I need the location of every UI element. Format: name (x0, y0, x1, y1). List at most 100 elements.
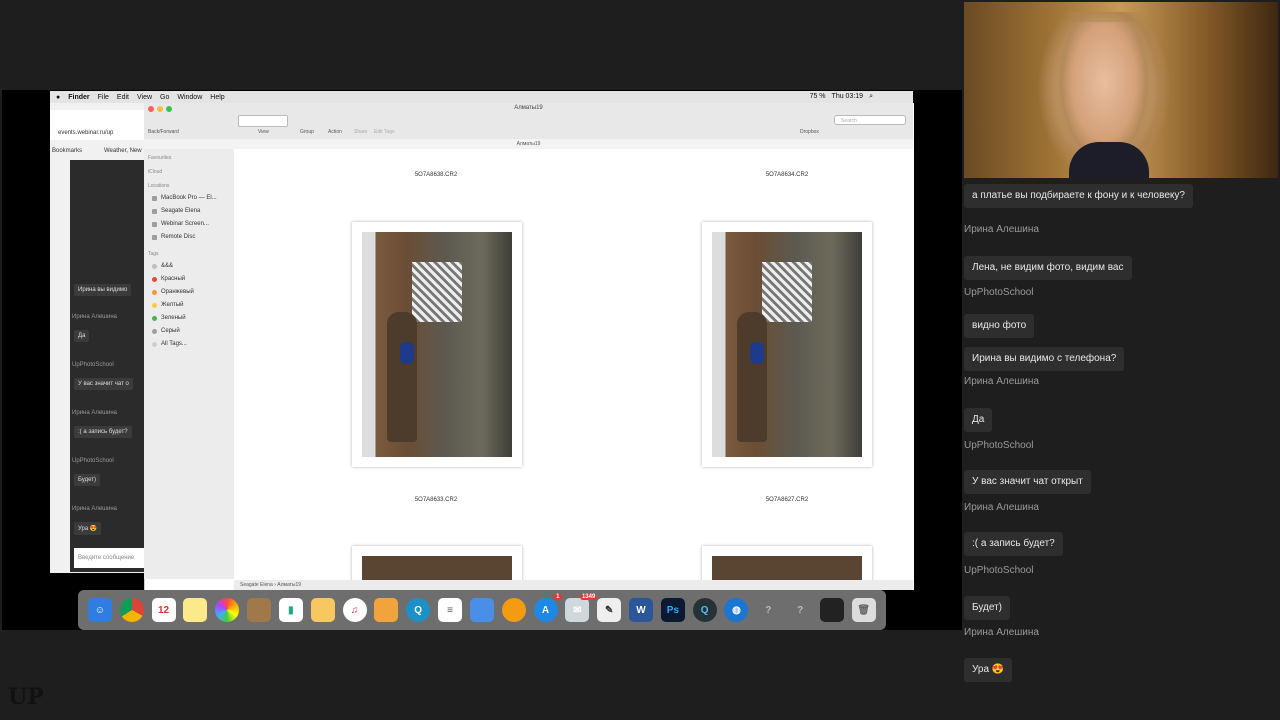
contacts-dock-icon[interactable] (247, 598, 272, 622)
file-name: 5O7A8638.CR2 (414, 172, 458, 178)
globe-dock-icon[interactable]: ◍ (724, 598, 749, 622)
sidebar-location-label: MacBook Pro — El... (161, 195, 217, 201)
finder-sidebar: Favourites iCloud Locations MacBook Pro … (144, 149, 234, 579)
sidebar-tag-label: All Tags... (161, 341, 187, 347)
pages-dock-icon[interactable] (310, 598, 335, 622)
browser-chat-panel: Ирина вы видимо Ирина Алешина Да UpPhotoSch… (70, 160, 144, 572)
books-dock-icon[interactable] (501, 598, 526, 622)
file-name: 5O7A8634.CR2 (765, 172, 809, 178)
finder-path-title: Алматы19 (144, 139, 913, 149)
webinar-chat: а платье вы подбираете к фону и к челове… (964, 180, 1280, 700)
help-dock-icon[interactable]: ? (756, 598, 780, 622)
chat-input[interactable]: Введите сообщение (74, 548, 144, 568)
sidebar-location-label: Webinar Screen... (161, 221, 209, 227)
app-store-badge: 1 (554, 594, 562, 600)
favourites-header: Favourites (148, 155, 172, 161)
quicktime-dock-icon[interactable]: Q (406, 598, 431, 622)
finder-status-path: Seagate Elena › Алматы19 (234, 580, 913, 590)
photo-thumbnail[interactable] (352, 222, 522, 467)
sidebar-tag-item[interactable]: All Tags... (152, 341, 187, 347)
sidebar-location-item[interactable]: Webinar Screen... (152, 221, 209, 227)
sidebar-tag-item[interactable]: Оранжевый (152, 289, 194, 295)
reminders-dock-icon[interactable]: ≡ (438, 598, 463, 622)
chat-author: UpPhotoSchool (964, 440, 1034, 451)
sidebar-location-item[interactable]: MacBook Pro — El... (152, 195, 217, 201)
group-label: Group (300, 129, 314, 135)
screenshot-dock-icon[interactable] (819, 598, 844, 622)
bookmarks-link[interactable]: Bookmarks (52, 148, 82, 154)
chat-message: Будет) (964, 596, 1010, 620)
quicktime-player-dock-icon[interactable]: Q (692, 598, 717, 622)
presenter-dress (1069, 142, 1149, 178)
chat-message: Лена, не видим фото, видим вас (964, 256, 1132, 280)
app-store-dock-icon[interactable]: A 1 (533, 594, 562, 622)
mini-chat-author: UpPhotoSchool (72, 458, 114, 464)
menu-help[interactable]: Help (210, 94, 224, 101)
sidebar-location-item[interactable]: Remote Disc (152, 234, 195, 240)
sidebar-tag-item[interactable]: Красный (152, 276, 185, 282)
menu-file[interactable]: File (98, 94, 109, 101)
browser-address-bar[interactable]: events.webinar.ru/up (50, 110, 144, 140)
edit-tags-label: Edit Tags (374, 129, 395, 135)
photo-thumbnail[interactable] (702, 222, 872, 467)
chat-author: Ирина Алешина (964, 224, 1039, 235)
menu-edit[interactable]: Edit (117, 94, 129, 101)
trash-dock-icon[interactable]: 🗑 (851, 598, 876, 622)
sidebar-tag-label: &&& (161, 263, 174, 269)
word-dock-icon[interactable]: W (628, 598, 653, 622)
menu-window[interactable]: Window (177, 94, 202, 101)
photo-image (362, 232, 512, 457)
drive-icon (152, 221, 157, 227)
chat-message: а платье вы подбираете к фону и к челове… (964, 184, 1193, 208)
sidebar-tag-item[interactable]: Желтый (152, 302, 184, 308)
chat-message: :( а запись будет? (964, 532, 1063, 556)
back-forward-label: Back/Forward (148, 129, 179, 135)
tag-color-icon (152, 302, 157, 308)
tag-color-icon (152, 276, 157, 282)
sidebar-tag-label: Желтый (161, 302, 184, 308)
sidebar-tag-item[interactable]: Серый (152, 328, 180, 334)
apple-icon[interactable]: ● (56, 94, 60, 101)
spotlight-icon[interactable]: ⌕ (869, 93, 873, 101)
sidebar-location-label: Remote Disc (161, 234, 196, 240)
share-label: Share (354, 129, 368, 135)
search-field[interactable]: Search (834, 115, 906, 125)
chat-author: Ирина Алешина (964, 376, 1039, 387)
menu-view[interactable]: View (137, 94, 152, 101)
finder-dock-icon[interactable]: ☺ (87, 598, 112, 622)
chat-author: Ирина Алешина (964, 502, 1039, 513)
url-text[interactable]: events.webinar.ru/up (58, 130, 113, 136)
mini-chat-message: Ирина вы видимо (74, 284, 132, 296)
clock: Thu 03:19 (831, 93, 864, 100)
tag-color-icon (152, 328, 157, 334)
music-dock-icon[interactable]: ♫ (342, 598, 367, 622)
weather-bookmark[interactable]: Weather, New (104, 148, 142, 154)
icloud-header: iCloud (148, 169, 163, 175)
numbers-dock-icon[interactable]: ▮ (278, 598, 303, 622)
photoshop-dock-icon[interactable]: Ps (660, 598, 685, 622)
chat-message: Ура 😍 (964, 658, 1013, 682)
notes-dock-icon[interactable] (183, 598, 208, 622)
mail-dock-icon[interactable]: ✉ 1349 (565, 594, 598, 622)
tag-color-icon (152, 289, 157, 295)
photos-dock-icon[interactable] (215, 598, 240, 622)
sidebar-location-label: Seagate Elena (161, 208, 201, 214)
mini-chat-message: :( а запись будет? (74, 426, 132, 438)
sidebar-tag-item[interactable]: &&& (152, 263, 173, 269)
photo-booth-dock-icon[interactable] (374, 598, 399, 622)
keynote-dock-icon[interactable] (469, 598, 494, 622)
file-name: 5O7A8627.CR2 (765, 497, 809, 503)
sidebar-tag-item[interactable]: Зеленый (152, 315, 186, 321)
menu-finder[interactable]: Finder (68, 94, 89, 101)
calendar-dock-icon[interactable]: 12 (151, 598, 176, 622)
view-switcher[interactable] (238, 115, 288, 127)
mini-chat-message: У вас значит чат о (74, 378, 133, 390)
script-editor-dock-icon[interactable]: ✎ (597, 598, 622, 622)
chat-message: видно фото (964, 314, 1035, 338)
chrome-dock-icon[interactable] (119, 598, 144, 622)
tag-color-icon (152, 263, 157, 269)
sidebar-tag-label: Оранжевый (161, 289, 194, 295)
menu-go[interactable]: Go (160, 94, 169, 101)
help-dock-icon[interactable]: ? (788, 598, 812, 622)
sidebar-location-item[interactable]: Seagate Elena (152, 208, 200, 214)
